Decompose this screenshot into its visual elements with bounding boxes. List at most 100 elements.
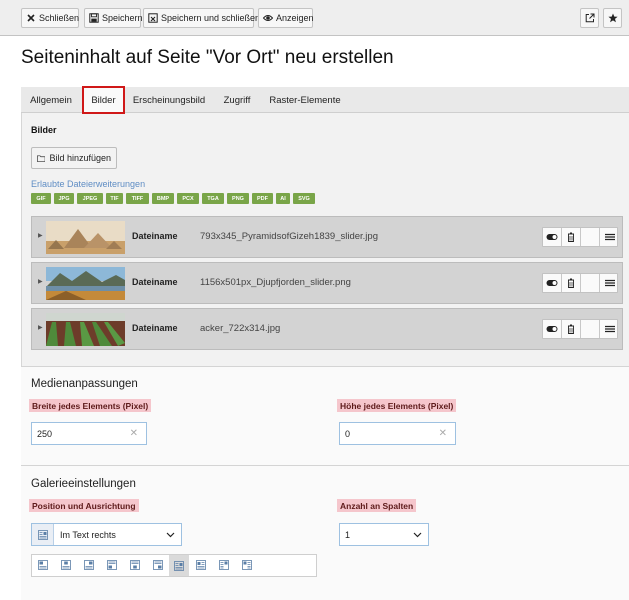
extension-badge: PNG <box>227 193 249 204</box>
extension-badge: AI <box>276 193 290 204</box>
toggle-visibility-button[interactable] <box>543 274 562 292</box>
clear-icon[interactable]: ✕ <box>130 428 138 439</box>
position-above-left-icon[interactable] <box>36 558 50 572</box>
menu-icon <box>604 325 615 333</box>
position-below-right-icon[interactable] <box>151 558 165 572</box>
height-input-value: 0 <box>345 428 351 439</box>
tab-erscheinungsbild[interactable]: Erscheinungsbild <box>129 87 209 113</box>
delete-button[interactable] <box>562 274 581 292</box>
extension-badge: PCX <box>177 193 199 204</box>
thumbnail-pyramids <box>46 221 125 254</box>
toggle-visibility-button[interactable] <box>543 320 562 338</box>
gallery-section-title: Galerieeinstellungen <box>31 478 136 490</box>
extension-badge: TIF <box>106 193 123 204</box>
row-action-buttons <box>542 319 618 339</box>
images-heading: Bilder <box>31 125 57 135</box>
thumbnail-fjord <box>46 267 125 300</box>
chevron-down-icon <box>166 532 175 538</box>
file-reference-row[interactable]: ▶ Dateiname 1156x501px_Djupfjorden_slide… <box>31 262 623 304</box>
tab-allgemein[interactable]: Allgemein <box>25 87 77 113</box>
save-button-label: Speichern <box>102 13 143 23</box>
add-image-button[interactable]: Bild hinzufügen <box>31 147 117 169</box>
empty-action-slot <box>581 274 600 292</box>
extension-badge: JPEG <box>77 193 103 204</box>
trash-icon <box>568 278 574 288</box>
view-button[interactable]: Anzeigen <box>258 8 314 28</box>
save-close-icon <box>148 13 158 23</box>
filename-value: 1156x501px_Djupfjorden_slider.png <box>200 277 351 288</box>
tab-bar: Allgemein Bilder Erscheinungsbild Zugrif… <box>21 86 629 114</box>
tab-bilder[interactable]: Bilder <box>82 86 125 114</box>
menu-icon <box>604 279 615 287</box>
height-input[interactable]: 0 ✕ <box>339 422 456 445</box>
trash-icon <box>568 232 574 242</box>
toggle-on-icon <box>546 234 558 240</box>
toggle-on-icon <box>546 280 558 286</box>
save-and-close-button[interactable]: Speichern und schließen <box>143 8 260 28</box>
page-title: Seiteninhalt auf Seite "Vor Ort" neu ers… <box>21 47 394 68</box>
tab-raster-elemente[interactable]: Raster-Elemente <box>267 87 343 113</box>
tab-zugriff[interactable]: Zugriff <box>217 87 257 113</box>
position-beside-right-icon[interactable] <box>217 558 231 572</box>
width-field-label: Breite jedes Elements (Pixel) <box>29 399 152 412</box>
external-link-icon <box>585 13 594 23</box>
extension-badge: SVG <box>293 193 315 204</box>
file-reference-row[interactable]: ▶ Dateiname 793x345_PyramidsofGizeh1839_… <box>31 216 623 258</box>
toggle-on-icon <box>546 326 558 332</box>
eye-icon <box>263 15 273 21</box>
position-select-value: Im Text rechts <box>60 529 116 540</box>
position-beside-left-icon[interactable] <box>240 558 254 572</box>
clear-icon[interactable]: ✕ <box>439 428 447 439</box>
open-new-window-button[interactable] <box>580 8 599 28</box>
expand-caret-icon[interactable]: ▶ <box>38 232 43 239</box>
toggle-visibility-button[interactable] <box>543 228 562 246</box>
star-icon <box>607 13 618 23</box>
drag-handle-button[interactable] <box>600 274 619 292</box>
expand-caret-icon[interactable]: ▶ <box>38 324 43 331</box>
toolbar: Schließen Speichern Speichern und schlie… <box>0 0 629 36</box>
bookmark-button[interactable] <box>603 8 622 28</box>
empty-action-slot <box>581 228 600 246</box>
delete-button[interactable] <box>562 320 581 338</box>
position-select[interactable]: Im Text rechts <box>31 523 182 546</box>
menu-icon <box>604 233 615 241</box>
position-field-label: Position und Ausrichtung <box>29 499 139 512</box>
columns-field-label: Anzahl an Spalten <box>337 499 417 512</box>
filename-value: 793x345_PyramidsofGizeh1839_slider.jpg <box>200 231 378 242</box>
position-intext-right-icon[interactable] <box>169 555 189 576</box>
drag-handle-button[interactable] <box>600 320 619 338</box>
delete-button[interactable] <box>562 228 581 246</box>
filename-label: Dateiname <box>132 277 178 287</box>
filename-value: acker_722x314.jpg <box>200 323 281 334</box>
extension-badge: TIFF <box>126 193 149 204</box>
save-button[interactable]: Speichern <box>84 8 143 28</box>
width-input-value: 250 <box>37 428 53 439</box>
save-icon <box>89 13 99 23</box>
extension-badge: PDF <box>252 193 273 204</box>
position-below-left-icon[interactable] <box>105 558 119 572</box>
extension-badge: GIF <box>31 193 51 204</box>
filename-label: Dateiname <box>132 231 178 241</box>
close-button-label: Schließen <box>39 13 80 23</box>
expand-caret-icon[interactable]: ▶ <box>38 278 43 285</box>
close-icon <box>27 14 35 22</box>
row-action-buttons <box>542 273 618 293</box>
file-reference-row[interactable]: ▶ Dateiname acker_722x314.jpg <box>31 308 623 350</box>
position-icon-grid <box>31 554 317 577</box>
image-align-icon <box>32 524 54 545</box>
position-below-center-icon[interactable] <box>128 558 142 572</box>
allowed-extensions-link[interactable]: Erlaubte Dateierweiterungen <box>31 179 145 189</box>
position-above-center-icon[interactable] <box>59 558 73 572</box>
trash-icon <box>568 324 574 334</box>
extension-badge: TGA <box>202 193 224 204</box>
drag-handle-button[interactable] <box>600 228 619 246</box>
position-intext-left-icon[interactable] <box>194 558 208 572</box>
width-input[interactable]: 250 ✕ <box>31 422 147 445</box>
columns-select-value: 1 <box>345 529 351 540</box>
add-image-button-label: Bild hinzufügen <box>49 153 111 163</box>
folder-icon <box>37 154 46 162</box>
position-above-right-icon[interactable] <box>82 558 96 572</box>
columns-select[interactable]: 1 <box>339 523 429 546</box>
row-action-buttons <box>542 227 618 247</box>
close-button[interactable]: Schließen <box>21 8 79 28</box>
